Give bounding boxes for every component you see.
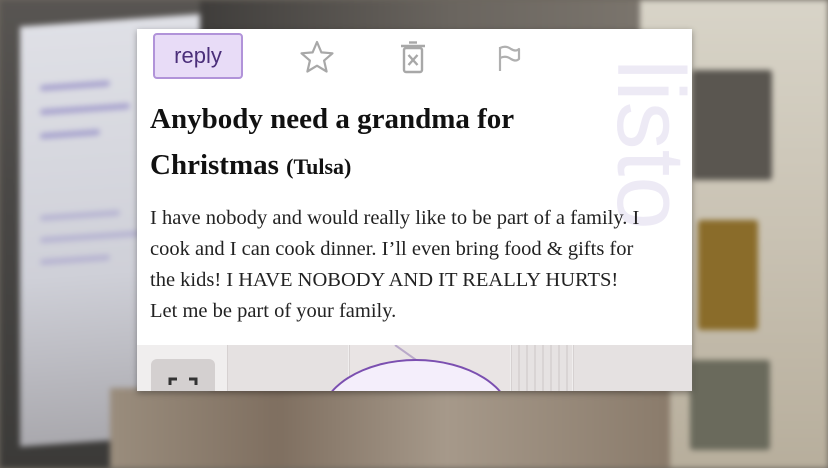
post-body: I have nobody and would really like to b…	[150, 207, 640, 322]
gallery-thumbnail[interactable]	[511, 345, 572, 391]
flag-icon[interactable]	[491, 39, 527, 75]
toolbar: reply	[153, 33, 553, 81]
post-location: (Tulsa)	[286, 154, 352, 179]
gallery-thumbnail[interactable]	[573, 345, 692, 391]
star-icon[interactable]	[299, 39, 335, 75]
background-bottom	[110, 388, 670, 468]
fullscreen-button[interactable]	[151, 359, 215, 391]
post-title: Anybody need a grandma for Christmas (Tu…	[150, 96, 590, 190]
reply-button[interactable]: reply	[153, 33, 243, 79]
trash-icon[interactable]	[395, 39, 431, 75]
listing-card: listo reply Anybody need a grandma for C…	[137, 29, 692, 391]
expand-icon	[168, 377, 198, 385]
gallery-thumbnail[interactable]	[227, 345, 348, 391]
